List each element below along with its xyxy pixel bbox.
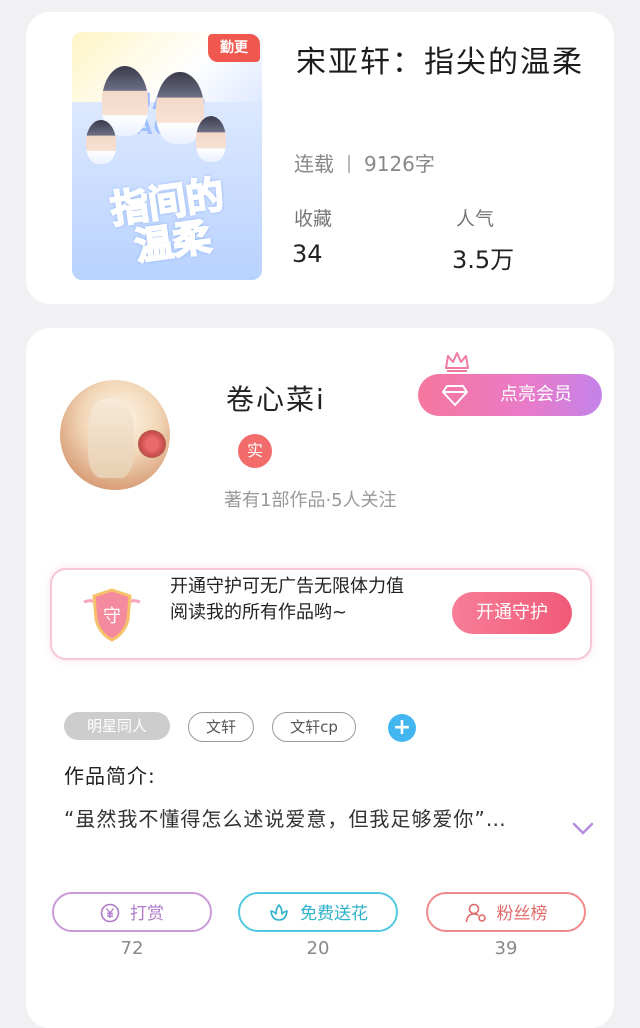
flower-icon <box>270 904 288 921</box>
tip-count: 72 <box>120 938 144 959</box>
fan-count: 39 <box>494 938 518 959</box>
word-count: 9126字 <box>364 152 435 176</box>
avatar[interactable] <box>60 380 170 490</box>
guard-text: 开通守护可无广告无限体力值阅读我的所有作品哟~ <box>170 576 404 623</box>
update-badge: 勤更 <box>208 34 260 62</box>
tip-button[interactable]: 打赏 <box>52 892 212 932</box>
crown-icon <box>445 352 469 372</box>
avatar-figure <box>88 398 134 478</box>
shield-label: 守 <box>103 606 121 627</box>
guard-promo: 守 开通守护可无广告无限体力值阅读我的所有作品哟~ 开通守护 <box>50 568 592 660</box>
intro-text: “虽然我不懂得怎么述说爱意，但我足够爱你”… <box>64 807 507 831</box>
flower-count: 20 <box>306 938 330 959</box>
tag-chip[interactable]: 文轩cp <box>272 712 356 742</box>
book-meta: 连载 9126字 <box>294 148 435 177</box>
shield-icon: 守 <box>83 588 141 642</box>
chevron-down-icon[interactable] <box>572 822 594 836</box>
stat-value-popularity: 3.5万 <box>452 246 515 274</box>
book-cover-image[interactable]: XUAN · HAO 指间的温柔 <box>72 32 262 280</box>
author-name[interactable]: 卷心菜i <box>226 378 326 418</box>
tip-button-label: 打赏 <box>130 904 164 924</box>
verified-badge: 实 <box>238 434 272 468</box>
diamond-icon <box>442 385 468 406</box>
send-flower-button[interactable]: 免费送花 <box>238 892 398 932</box>
avatar-flowers <box>138 430 166 458</box>
guard-button[interactable]: 开通守护 <box>452 592 572 634</box>
book-status: 连载 <box>294 152 334 176</box>
book-title: 宋亚轩：指尖的温柔 <box>296 45 584 80</box>
meta-divider <box>348 155 350 173</box>
intro-title: 作品简介: <box>64 764 156 788</box>
user-icon <box>465 903 486 923</box>
cover-figure <box>86 120 116 164</box>
cover-title-art: 指间的 温柔 <box>107 171 228 269</box>
stat-label-favorites: 收藏 <box>294 208 333 230</box>
stat-value-favorites: 34 <box>292 240 323 268</box>
author-info: 著有1部作品·5人关注 <box>224 490 397 511</box>
fan-ranking-button[interactable]: 粉丝榜 <box>426 892 586 932</box>
tag-chip[interactable]: 明星同人 <box>64 712 170 740</box>
add-tag-button[interactable]: + <box>388 714 416 742</box>
vip-button-label: 点亮会员 <box>500 384 572 405</box>
send-flower-label: 免费送花 <box>300 904 368 924</box>
yen-icon <box>100 903 120 923</box>
tag-chip[interactable]: 文轩 <box>188 712 254 742</box>
stat-label-popularity: 人气 <box>456 208 495 230</box>
author-card: 卷心菜i 实 著有1部作品·5人关注 点亮会员 守 开通守护可无广告无限体力值阅… <box>26 328 614 1028</box>
cover-figure <box>196 116 226 162</box>
fan-ranking-label: 粉丝榜 <box>496 904 548 924</box>
vip-button[interactable]: 点亮会员 <box>418 374 602 416</box>
book-card: XUAN · HAO 指间的温柔 勤更 宋亚轩：指尖的温柔 连载 9126字 收藏… <box>26 12 614 304</box>
